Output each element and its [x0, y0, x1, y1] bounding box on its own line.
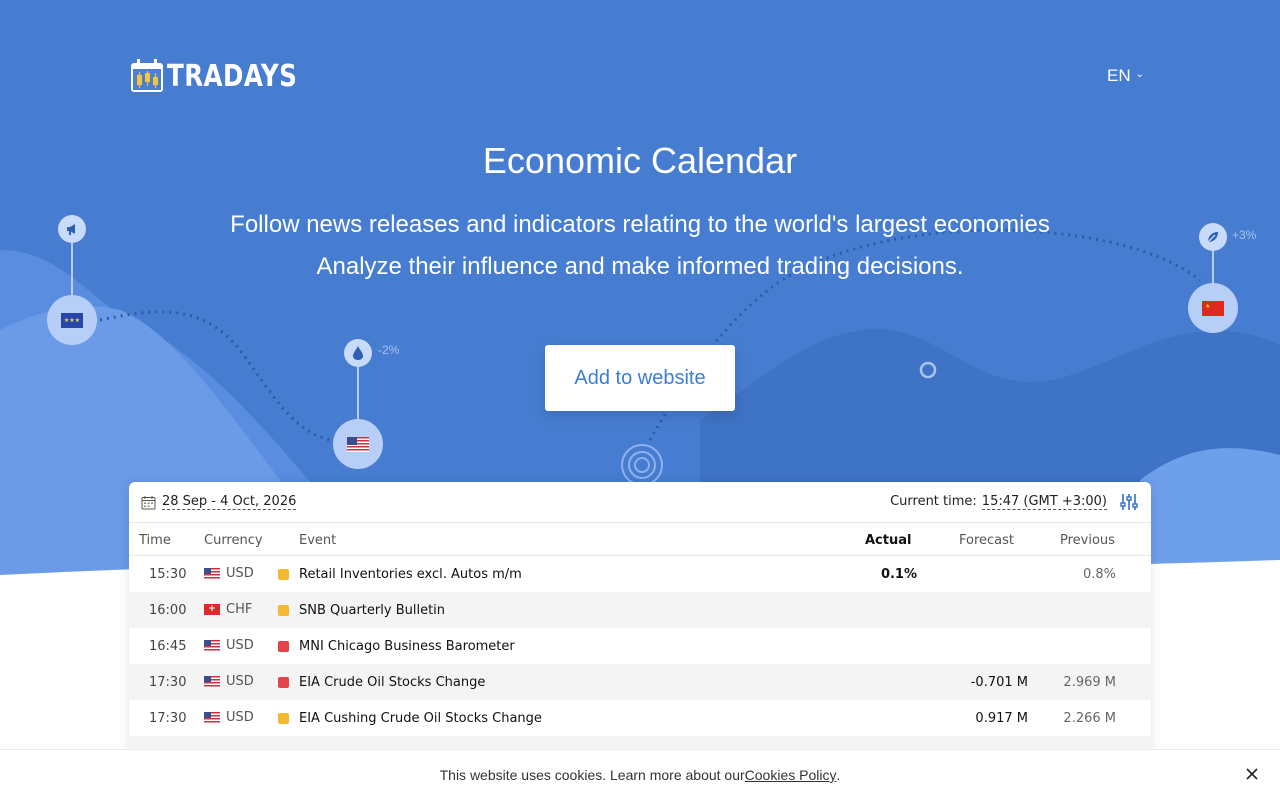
- hero-subtitle-line1: Follow news releases and indicators rela…: [230, 211, 1050, 238]
- cookie-text: This website uses cookies. Learn more ab…: [439, 767, 745, 783]
- brand-name: TRADAYS: [167, 58, 298, 94]
- currency-code: USD: [226, 710, 254, 725]
- us-flag-icon: [204, 640, 220, 651]
- close-cookie-button[interactable]: [1242, 764, 1262, 784]
- table-row[interactable]: 16:45 USD MNI Chicago Business Barometer: [129, 628, 1151, 664]
- filter-settings-icon[interactable]: [1119, 492, 1139, 512]
- column-event: Event: [299, 533, 337, 548]
- cookie-suffix: .: [836, 767, 841, 783]
- eu-flag-node: ★★★: [47, 295, 97, 345]
- us-flag-icon: [347, 436, 369, 452]
- swiss-flag-icon: [204, 604, 220, 615]
- row-forecast: 0.917 M: [975, 711, 1028, 726]
- importance-high-icon: [278, 641, 289, 652]
- row-event: EIA Crude Oil Stocks Change: [299, 675, 486, 690]
- cookies-policy-link[interactable]: Cookies Policy: [745, 767, 837, 783]
- us-change-label: -2%: [378, 343, 400, 357]
- currency-code: CHF: [226, 602, 253, 617]
- calendar-toolbar: 28 Sep - 4 Oct, 2026 Current time: 15:47…: [129, 482, 1151, 523]
- tradays-logo[interactable]: TRADAYS: [129, 58, 326, 94]
- table-row[interactable]: 17:30 USD EIA Crude Oil Stocks Change -0…: [129, 664, 1151, 700]
- page-title: Economic Calendar: [482, 140, 798, 181]
- row-forecast: -0.701 M: [970, 675, 1028, 690]
- row-currency: USD: [204, 674, 254, 689]
- importance-medium-icon: [278, 569, 289, 580]
- current-time-value[interactable]: 15:47 (GMT +3:00): [981, 494, 1107, 510]
- table-row[interactable]: 17:30 USD EIA Cushing Crude Oil Stocks C…: [129, 700, 1151, 736]
- table-row[interactable]: 15:30 USD Retail Inventories excl. Autos…: [129, 556, 1151, 592]
- calendar-table-header: Time Currency Event Actual Forecast Prev…: [129, 523, 1151, 556]
- column-time: Time: [139, 533, 171, 548]
- currency-code: USD: [226, 674, 254, 689]
- calendar-logo-icon: [131, 59, 163, 92]
- row-previous: 2.266 M: [1063, 711, 1116, 726]
- language-label: EN: [1106, 66, 1131, 85]
- cookie-banner: This website uses cookies. Learn more ab…: [0, 749, 1280, 800]
- calendar-icon: [141, 495, 156, 509]
- row-event: SNB Quarterly Bulletin: [299, 603, 446, 618]
- chevron-down-icon: ⌄: [1135, 69, 1144, 80]
- cn-flag-icon: ★: [1202, 300, 1224, 316]
- current-time: Current time: 15:47 (GMT +3:00): [890, 494, 1107, 510]
- row-time: 17:30: [149, 711, 187, 726]
- importance-high-icon: [278, 677, 289, 688]
- eu-flag-icon: ★★★: [61, 312, 83, 328]
- us-flag-icon: [204, 712, 220, 723]
- importance-medium-icon: [278, 713, 289, 724]
- row-actual: 0.1%: [880, 567, 917, 582]
- us-flag-node: [333, 419, 383, 469]
- date-range-text: 28 Sep - 4 Oct, 2026: [162, 494, 297, 510]
- row-time: 17:30: [149, 675, 187, 690]
- table-row[interactable]: 16:00 CHF SNB Quarterly Bulletin: [129, 592, 1151, 628]
- importance-medium-icon: [278, 605, 289, 616]
- column-actual: Actual: [865, 533, 912, 548]
- hero-subtitle-line2: Analyze their influence and make informe…: [316, 253, 964, 280]
- currency-code: USD: [226, 566, 254, 581]
- us-flag-icon: [204, 568, 220, 579]
- us-flag-icon: [204, 676, 220, 687]
- row-event: MNI Chicago Business Barometer: [299, 639, 515, 654]
- row-time: 15:30: [149, 567, 187, 582]
- row-currency: USD: [204, 566, 254, 581]
- column-currency: Currency: [204, 533, 263, 548]
- row-previous: 0.8%: [1082, 567, 1116, 582]
- row-previous: 2.969 M: [1063, 675, 1116, 690]
- current-time-label: Current time:: [890, 494, 977, 509]
- water-drop-icon: [353, 346, 363, 360]
- row-event: Retail Inventories excl. Autos m/m: [299, 567, 522, 582]
- column-previous: Previous: [1060, 533, 1115, 548]
- row-currency: USD: [204, 638, 254, 653]
- row-time: 16:00: [149, 603, 187, 618]
- close-icon: [1246, 768, 1258, 780]
- add-to-website-button[interactable]: Add to website: [545, 345, 735, 411]
- drop-node: [344, 339, 372, 367]
- language-selector[interactable]: EN ⌄: [1107, 66, 1144, 86]
- row-time: 16:45: [149, 639, 187, 654]
- row-currency: USD: [204, 710, 254, 725]
- cn-flag-node: ★: [1188, 283, 1238, 333]
- row-event: EIA Cushing Crude Oil Stocks Change: [299, 711, 542, 726]
- currency-code: USD: [226, 638, 254, 653]
- date-range-picker[interactable]: 28 Sep - 4 Oct, 2026: [141, 494, 297, 510]
- column-forecast: Forecast: [959, 533, 1015, 548]
- row-currency: CHF: [204, 602, 252, 617]
